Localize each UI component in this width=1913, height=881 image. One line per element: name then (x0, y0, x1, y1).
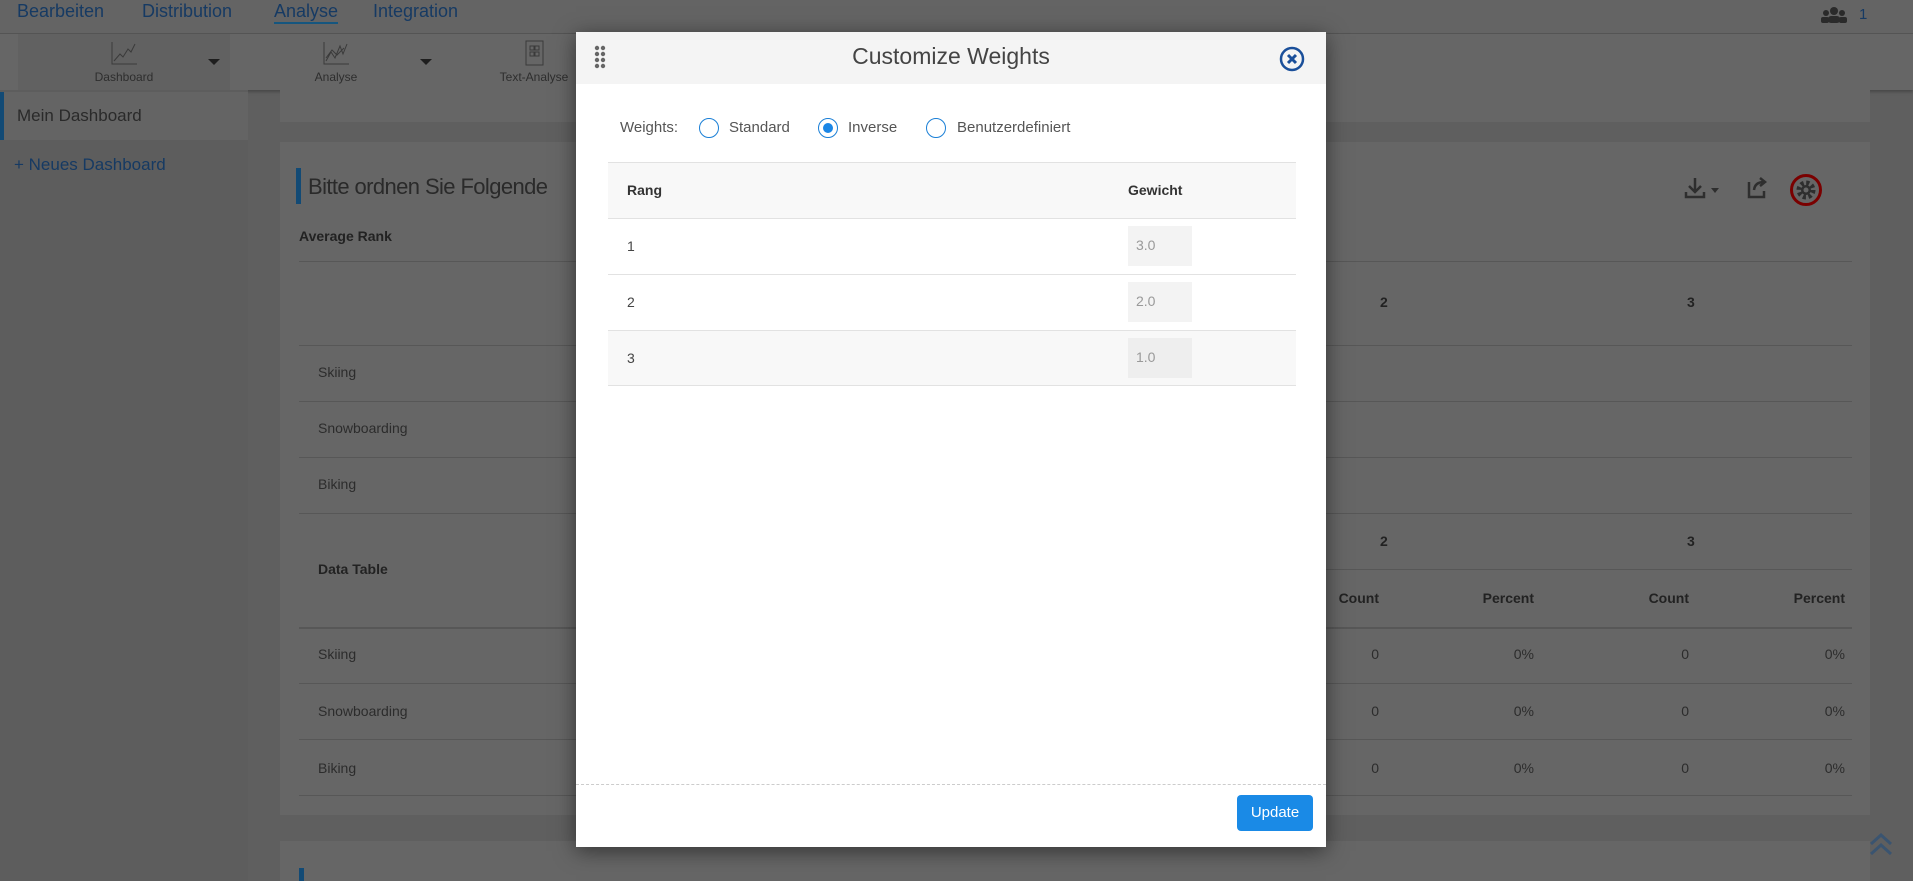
nav-bearbeiten[interactable]: Bearbeiten (17, 1, 104, 22)
cell: 0% (1824, 646, 1845, 662)
rank-col-3: 3 (1687, 294, 1695, 310)
cell: 0 (1681, 760, 1689, 776)
cell: 0 (1681, 703, 1689, 719)
radio-standard-label[interactable]: Standard (729, 119, 790, 136)
item-label: Snowboarding (318, 420, 408, 436)
radio-inverse[interactable] (818, 118, 838, 138)
weight-input[interactable]: 2.0 (1128, 282, 1192, 322)
title-accent-bar (299, 868, 304, 881)
rank-value: 2 (627, 294, 635, 310)
col-percent: Percent (1793, 590, 1845, 606)
rank-col-2: 2 (1380, 294, 1388, 310)
weight-input[interactable]: 1.0 (1128, 338, 1192, 378)
radio-standard[interactable] (699, 118, 719, 138)
next-widget (280, 841, 1870, 881)
scroll-top-icon[interactable] (1868, 832, 1894, 856)
item-label: Skiing (318, 646, 357, 662)
cell: 0 (1371, 703, 1379, 719)
new-dashboard-link[interactable]: + Neues Dashboard (14, 155, 166, 175)
weights-table-header: Rang Gewicht (608, 162, 1296, 218)
col-gewicht: Gewicht (1128, 182, 1183, 198)
analysis-chart-icon (323, 42, 349, 65)
cell: 0% (1513, 760, 1534, 776)
gear-icon (1796, 180, 1816, 200)
rank-col-2: 2 (1380, 533, 1388, 549)
top-nav: Bearbeiten Distribution Analyse Integrat… (0, 0, 1913, 34)
tile-analyse[interactable]: Analyse (230, 34, 442, 90)
data-table-label: Data Table (318, 561, 388, 577)
cell: 0% (1824, 760, 1845, 776)
cell: 0 (1371, 760, 1379, 776)
sidebar (0, 90, 248, 881)
average-rank-label: Average Rank (299, 228, 392, 244)
dialog-header: Customize Weights (576, 32, 1326, 84)
table-row: 3 1.0 (608, 330, 1296, 386)
download-icon[interactable] (1684, 176, 1722, 200)
text-analysis-icon (525, 40, 544, 66)
users-count: 1 (1859, 6, 1868, 23)
item-label: Biking (318, 476, 357, 492)
widget-title: Bitte ordnen Sie Folgende (308, 174, 548, 199)
title-accent-bar (296, 168, 301, 204)
cell: 0% (1513, 646, 1534, 662)
update-button[interactable]: Update (1237, 795, 1313, 831)
col-percent: Percent (1482, 590, 1534, 606)
weights-label: Weights: (620, 119, 679, 136)
item-label: Biking (318, 760, 357, 776)
cell: 0 (1681, 646, 1689, 662)
customize-weights-dialog: Customize Weights Weights: Standard Inve… (576, 32, 1326, 847)
item-label: Skiing (318, 364, 357, 380)
item-label: Snowboarding (318, 703, 408, 719)
cell: 0% (1824, 703, 1845, 719)
close-icon[interactable] (1279, 46, 1305, 72)
cell: 0 (1371, 646, 1379, 662)
dialog-title: Customize Weights (852, 43, 1050, 69)
tile-label: Analyse (314, 70, 358, 84)
chevron-down-icon[interactable] (420, 59, 432, 65)
nav-distribution[interactable]: Distribution (142, 1, 232, 22)
nav-analyse[interactable]: Analyse (274, 1, 339, 24)
tile-text-analyse[interactable]: Text-Analyse (496, 34, 572, 90)
rank-value: 1 (627, 238, 635, 254)
settings-button[interactable] (1790, 174, 1822, 206)
tile-dashboard[interactable]: Dashboard (18, 34, 230, 90)
chevron-down-icon[interactable] (208, 59, 220, 65)
footer-divider (576, 784, 1326, 785)
weight-input[interactable]: 3.0 (1128, 226, 1192, 266)
radio-inverse-label[interactable]: Inverse (848, 119, 897, 136)
line-chart-icon (111, 42, 137, 65)
users-icon[interactable] (1820, 6, 1848, 24)
table-row: 2 2.0 (608, 274, 1296, 330)
cell: 0% (1513, 703, 1534, 719)
tile-label: Dashboard (94, 70, 154, 84)
nav-integration[interactable]: Integration (373, 1, 458, 22)
sidebar-item-mein-dashboard[interactable]: Mein Dashboard (0, 92, 248, 140)
rank-col-3: 3 (1687, 533, 1695, 549)
col-rang: Rang (627, 182, 662, 198)
radio-benutzerdefiniert-label[interactable]: Benutzerdefiniert (957, 119, 1070, 136)
share-icon[interactable] (1746, 176, 1768, 200)
col-count: Count (1648, 590, 1689, 606)
rank-value: 3 (627, 350, 635, 366)
tile-label: Text-Analyse (499, 70, 569, 84)
radio-benutzerdefiniert[interactable] (926, 118, 946, 138)
col-count: Count (1338, 590, 1379, 606)
table-row: 1 3.0 (608, 218, 1296, 274)
